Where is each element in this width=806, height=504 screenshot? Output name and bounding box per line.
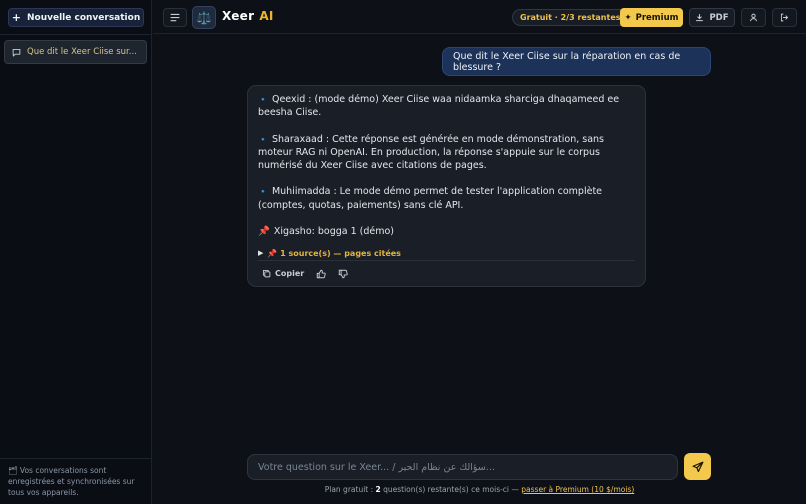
- question-input[interactable]: [248, 455, 677, 480]
- new-conversation-label: Nouvelle conversation: [26, 12, 141, 23]
- answer-paragraph: 🔹 Muhiimadda : Le mode démo permet de tes…: [258, 185, 635, 212]
- pdf-export-button[interactable]: PDF: [689, 8, 735, 27]
- send-button[interactable]: [684, 453, 711, 480]
- premium-button[interactable]: ✦ Premium: [620, 8, 683, 27]
- blue-diamond-icon: 🔹: [258, 134, 268, 144]
- top-bar: ⚖️ Xeer AI Gratuit · 2/3 restantes ✦ Prem…: [153, 0, 806, 34]
- message-actions: Copier: [262, 267, 348, 280]
- download-icon: [696, 14, 704, 22]
- pushpin-icon: 📌: [258, 226, 270, 238]
- scales-logo-icon: ⚖️: [192, 6, 216, 29]
- answer-text-importance: Muhiimadda : Le mode démo permet de test…: [258, 186, 603, 211]
- answer-paragraph: 📌 Xigasho: bogga 1 (démo): [258, 225, 635, 238]
- sources-toggle-label: 📌 1 source(s) — pages citées: [267, 249, 401, 259]
- conversation-item[interactable]: Que dit le Xeer Ciise sur...: [4, 40, 147, 64]
- copy-button[interactable]: Copier: [262, 267, 304, 280]
- user-message-text: Que dit le Xeer Ciise sur la réparation …: [453, 50, 681, 73]
- answer-paragraph: 🔹 Sharaxaad : Cette réponse est générée e…: [258, 133, 635, 173]
- blue-diamond-icon: 🔹: [258, 95, 268, 104]
- plan-status-line: Plan gratuit : 2 question(s) restante(s)…: [153, 485, 806, 494]
- brand-suffix: AI: [259, 9, 274, 23]
- copy-icon: [262, 270, 271, 278]
- triangle-right-icon: ▶: [258, 249, 264, 258]
- message-actions-divider: [258, 260, 635, 261]
- answer-text-citation: Xigasho: bogga 1 (démo): [273, 226, 395, 238]
- pdf-label: PDF: [709, 12, 729, 23]
- premium-label: Premium: [635, 12, 679, 23]
- user-message-bubble: Que dit le Xeer Ciise sur la réparation …: [442, 47, 711, 76]
- thumbs-up-icon[interactable]: [316, 269, 326, 279]
- brand-name: Xeer: [222, 9, 255, 23]
- sidebar-divider: [0, 34, 152, 35]
- upgrade-premium-link[interactable]: passer à Premium (10 $/mois): [521, 485, 634, 494]
- sparkle-icon: ✦: [624, 12, 632, 23]
- blue-diamond-icon: 🔹: [258, 187, 268, 197]
- logout-icon: [780, 13, 789, 22]
- answer-text-explanation: Sharaxaad : Cette réponse est générée en…: [258, 133, 604, 172]
- question-composer: [247, 454, 678, 480]
- assistant-message-bubble: 🔹 Qeexid : (mode démo) Xeer Ciise waa nid…: [247, 85, 646, 287]
- menu-icon: [170, 13, 180, 22]
- plan-prefix: Plan gratuit :: [324, 485, 376, 494]
- answer-paragraph: 🔹 Qeexid : (mode démo) Xeer Ciise waa nid…: [258, 93, 635, 120]
- user-icon: [749, 13, 758, 22]
- thumbs-down-icon[interactable]: [338, 269, 348, 279]
- copy-label: Copier: [275, 269, 305, 278]
- sidebar: + Nouvelle conversation Que dit le Xeer …: [0, 0, 152, 504]
- sidebar-footer-note: 🗂 Vos conversations sont enregistrées et…: [8, 466, 135, 497]
- account-button[interactable]: [741, 8, 766, 27]
- plus-icon: +: [11, 11, 21, 24]
- plan-suffix: question(s) restante(s) ce mois-ci —: [380, 485, 522, 494]
- quota-badge: Gratuit · 2/3 restantes: [512, 9, 629, 26]
- send-icon: [692, 461, 703, 472]
- sources-toggle[interactable]: ▶ 📌 1 source(s) — pages citées: [258, 247, 635, 260]
- answer-text-definition: Qeexid : (mode démo) Xeer Ciise waa nida…: [258, 94, 620, 119]
- sidebar-footer-divider: [0, 458, 152, 459]
- conversation-title: Que dit le Xeer Ciise sur...: [27, 47, 137, 57]
- new-conversation-button[interactable]: + Nouvelle conversation: [8, 8, 144, 27]
- toggle-sidebar-button[interactable]: [163, 8, 187, 27]
- logout-button[interactable]: [772, 8, 797, 27]
- brand-title: Xeer AI: [222, 9, 274, 23]
- chat-bubble-icon: [12, 48, 21, 57]
